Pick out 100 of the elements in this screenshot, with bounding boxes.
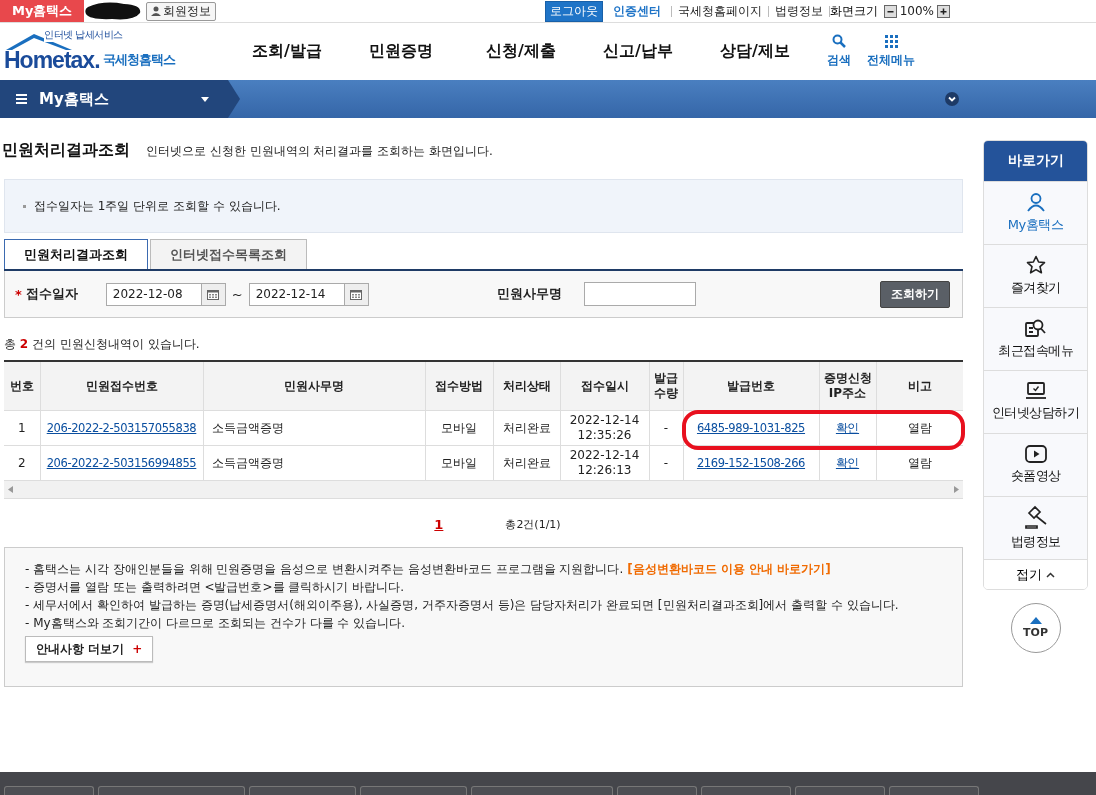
chevron-up-icon (1046, 571, 1055, 578)
tab[interactable]: 인터넷접수목록조회 (150, 239, 307, 269)
play-icon (1024, 445, 1047, 463)
table-cell: 소득금액증명 (203, 410, 425, 446)
scroll-right-icon[interactable] (954, 486, 959, 493)
house-roof-icon (4, 31, 74, 52)
redacted-name (84, 1, 143, 21)
collapse-button[interactable]: 접기 (984, 559, 1087, 589)
horizontal-scrollbar[interactable] (4, 481, 963, 499)
footer-tab[interactable] (4, 786, 94, 795)
column-header: 발급 수량 (649, 361, 683, 411)
footer-tab[interactable] (360, 786, 467, 795)
top-button[interactable]: TOP (1010, 603, 1061, 653)
member-info-button[interactable]: 회원정보 (146, 1, 217, 21)
column-header: 증명신청 IP주소 (819, 361, 876, 411)
location-menu-label: My홈택스 (39, 89, 110, 109)
table-cell: 모바일 (425, 410, 493, 446)
footer-tab[interactable] (889, 786, 979, 795)
table-cell: 2022-12-14 12:35:26 (569, 413, 640, 442)
table-cell: 모바일 (425, 445, 493, 481)
all-menu-button[interactable]: 전체메뉴 (867, 34, 915, 69)
grid-menu-icon (884, 34, 898, 48)
column-header: 비고 (876, 361, 963, 411)
guide-text: - My홈택스와 조회기간이 다르므로 조회되는 건수가 다를 수 있습니다. (25, 616, 406, 630)
page-number[interactable]: 1 (434, 517, 444, 532)
zoom-out-icon[interactable] (883, 4, 897, 18)
table-cell: - (649, 445, 683, 481)
service-name-field[interactable] (583, 282, 696, 306)
quick-link-item[interactable]: 즐겨찾기 (984, 244, 1087, 307)
service-label: 민원사무명 (496, 285, 562, 303)
more-info-button[interactable]: 안내사항 더보기 + (25, 636, 154, 662)
calendar-icon (350, 288, 363, 300)
table-cell: 처리완료 (493, 445, 560, 481)
column-header: 번호 (4, 361, 40, 411)
nav-menu-item[interactable]: 신청/제출 (486, 41, 603, 62)
quick-link-item[interactable]: My홈택스 (984, 181, 1087, 244)
location-menu[interactable]: My홈택스 (0, 80, 240, 118)
column-header: 접수일시 (560, 361, 649, 411)
zoom-value: 100% (898, 4, 935, 18)
footer-tab[interactable] (795, 786, 885, 795)
nav-menu-item[interactable]: 신고/납부 (603, 41, 720, 62)
search-button[interactable]: 검색 (827, 34, 851, 69)
nav-menu-item[interactable]: 조회/발급 (252, 41, 369, 62)
cert-center-link[interactable]: 인증센터 (612, 2, 661, 20)
zoom-in-icon[interactable] (937, 4, 950, 18)
laptop-icon (1024, 382, 1047, 400)
guide-text: - 홈택스는 시각 장애인분들을 위해 민원증명을 음성으로 변환시켜주는 음성변환바코드 프로그램을 지원합니다. (25, 562, 624, 576)
nav-menu-item[interactable]: 민원증명 (369, 41, 486, 62)
quick-link-item[interactable]: 인터넷상담하기 (984, 370, 1087, 433)
logout-button[interactable]: 로그아웃 (544, 0, 603, 22)
table-cell: 2022-12-14 12:26:13 (569, 448, 640, 477)
person-icon (151, 6, 162, 16)
document-search-icon (1024, 318, 1047, 338)
my-hometax-button[interactable]: My홈택스 (0, 0, 85, 22)
column-header: 처리상태 (493, 361, 560, 411)
star-icon (1025, 255, 1046, 275)
quick-link-item[interactable]: 최근접속메뉴 (984, 307, 1087, 370)
page-total: 총2건(1/1) (505, 517, 561, 532)
tab[interactable]: 민원처리결과조회 (4, 239, 148, 269)
required-mark: * (15, 286, 22, 302)
column-header: 민원사무명 (203, 361, 425, 411)
gavel-icon (1023, 505, 1048, 529)
table-cell: 1 (4, 410, 40, 446)
quick-link-item[interactable]: 숏폼영상 (984, 433, 1087, 496)
date-separator: ~ (231, 286, 243, 302)
search-button[interactable]: 조회하기 (880, 280, 950, 308)
date-to-field[interactable]: 2022-12-14 (248, 282, 345, 306)
date-from-field[interactable]: 2022-12-08 (105, 282, 202, 306)
footer-tab[interactable] (617, 786, 697, 795)
table-cell: 소득금액증명 (203, 445, 425, 481)
table-cell: 2 (4, 445, 40, 481)
ip-confirm-link[interactable]: 확인 (835, 420, 860, 435)
chevron-down-icon[interactable] (945, 92, 959, 106)
guide-text: - 세무서에서 확인하여 발급하는 증명(납세증명서(해외이주용), 사실증명, 거주자증명서 등)은 담당자처리가 완료되면 [민원처리결과조회]에서 출력할 수 있습니다. (25, 598, 899, 612)
page-description: 인터넷으로 신청한 민원내역의 처리결과를 조회하는 화면입니다. (146, 143, 493, 160)
top-link[interactable]: 법령정보 (767, 5, 829, 17)
date-label: 접수일자 (25, 285, 79, 303)
column-header: 접수방법 (425, 361, 493, 411)
table-cell: - (649, 410, 683, 446)
calendar-icon (207, 288, 220, 300)
ip-confirm-link[interactable]: 확인 (835, 455, 860, 470)
footer-tab[interactable] (701, 786, 791, 795)
calendar-button[interactable] (344, 282, 369, 306)
person-icon (1025, 192, 1046, 212)
caret-icon (201, 96, 209, 102)
footer-tab[interactable] (249, 786, 356, 795)
top-link[interactable]: 국세청홈페이지 (670, 5, 768, 17)
column-header: 발급번호 (683, 361, 819, 411)
guide-text: - 증명서를 열람 또는 출력하려면 <발급번호>를 클릭하시기 바랍니다. (25, 580, 404, 594)
footer-tab[interactable] (98, 786, 245, 795)
triangle-up-icon (1029, 617, 1042, 624)
zoom-label: 화면크기 (828, 5, 884, 17)
quick-links-header: 바로가기 (984, 141, 1087, 181)
notice-text: 접수일자는 1주일 단위로 조회할 수 있습니다. (34, 197, 281, 215)
scroll-left-icon[interactable] (8, 486, 13, 493)
search-icon (832, 34, 846, 48)
column-header: 민원접수번호 (40, 361, 203, 411)
menu-icon (16, 94, 27, 104)
footer-tab[interactable] (471, 786, 613, 795)
calendar-button[interactable] (201, 282, 226, 306)
